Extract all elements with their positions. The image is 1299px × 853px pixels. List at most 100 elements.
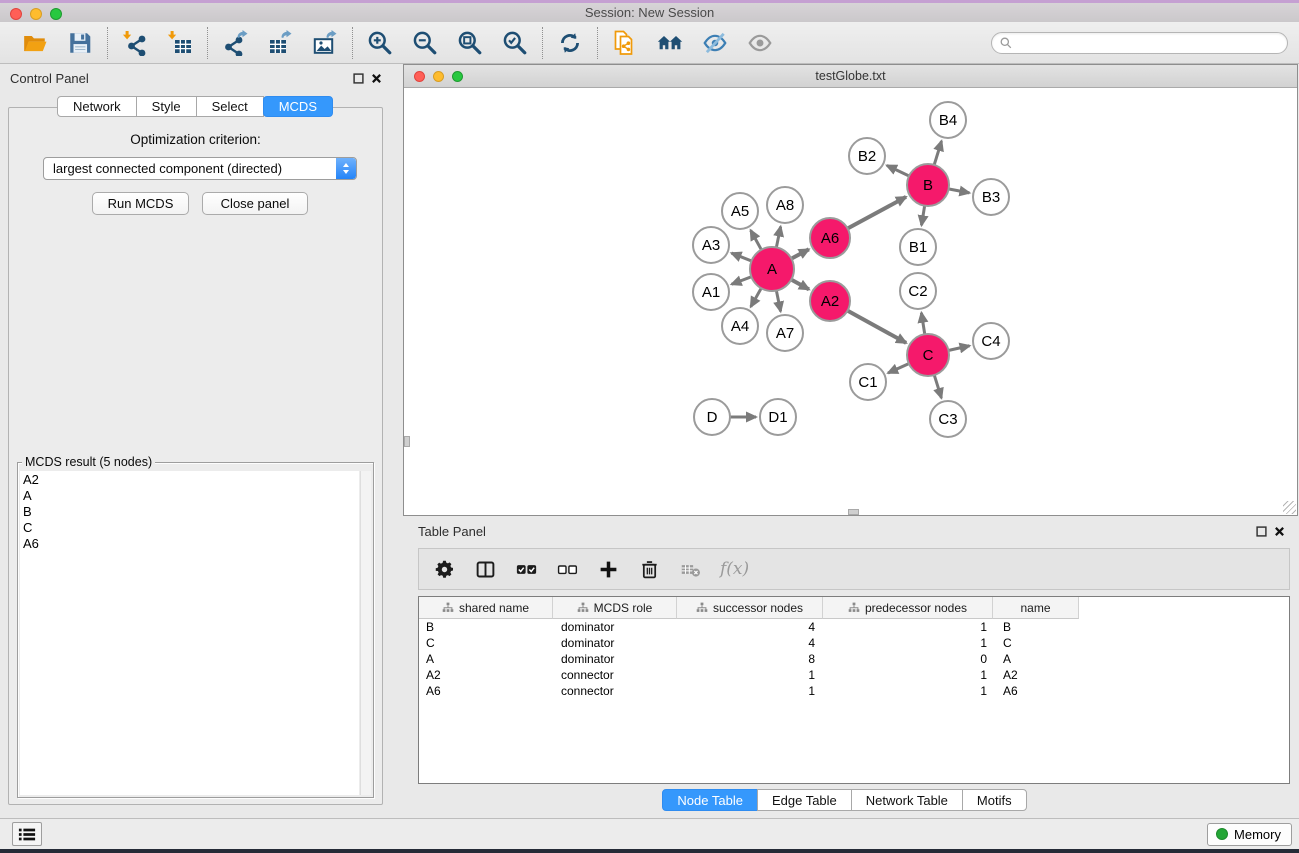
memory-label: Memory	[1234, 827, 1281, 842]
table-cell[interactable]: 4	[677, 620, 823, 634]
table-cell[interactable]: A	[993, 652, 1079, 666]
table-cell[interactable]: A2	[993, 668, 1079, 682]
search-input[interactable]	[1016, 35, 1279, 50]
table-cell[interactable]: 4	[677, 636, 823, 650]
task-history-button[interactable]	[12, 822, 42, 846]
table-cell[interactable]: connector	[553, 684, 677, 698]
table-cell[interactable]: dominator	[553, 636, 677, 650]
result-item-a2[interactable]: A2	[20, 472, 359, 488]
gear-icon[interactable]	[433, 558, 455, 580]
import-network-icon[interactable]	[121, 29, 149, 57]
table-cell[interactable]: dominator	[553, 620, 677, 634]
result-item-a6[interactable]: A6	[20, 536, 359, 552]
close-panel-icon[interactable]	[371, 73, 382, 84]
export-image-icon[interactable]	[311, 29, 339, 57]
table-row-a6[interactable]: A6connector11A6	[419, 683, 1289, 699]
result-scrollbar[interactable]	[360, 471, 371, 795]
eye-icon[interactable]	[746, 29, 774, 57]
table-cell[interactable]: 1	[823, 620, 993, 634]
column-header-shared-name[interactable]: shared name	[419, 597, 553, 619]
maximize-window-button[interactable]	[50, 8, 62, 20]
table-cell[interactable]: 1	[823, 668, 993, 682]
table-cell[interactable]: A2	[419, 668, 553, 682]
save-icon[interactable]	[66, 29, 94, 57]
network-window-controls	[414, 71, 463, 82]
network-canvas[interactable]: AA6A2BCA5A8A3A1A4A7B2B4B3B1C2C4C1C3DD1	[404, 88, 1297, 515]
column-header-MCDS-role[interactable]: MCDS role	[553, 597, 677, 619]
horizontal-scrollbar-thumb[interactable]	[848, 509, 859, 515]
table-cell[interactable]: C	[419, 636, 553, 650]
minimize-window-button[interactable]	[30, 8, 42, 20]
file-network-icon[interactable]	[611, 29, 639, 57]
table-cell[interactable]: A6	[419, 684, 553, 698]
network-close-button[interactable]	[414, 71, 425, 82]
plus-icon[interactable]	[597, 558, 619, 580]
node-label-A8: A8	[776, 197, 794, 214]
column-header-successor-nodes[interactable]: successor nodes	[677, 597, 823, 619]
zoom-out-icon[interactable]	[411, 29, 439, 57]
table-cell[interactable]: B	[993, 620, 1079, 634]
close-panel-icon[interactable]	[1274, 526, 1285, 537]
column-header-name[interactable]: name	[993, 597, 1079, 619]
run-mcds-button[interactable]: Run MCDS	[92, 192, 189, 215]
float-panel-icon[interactable]	[353, 73, 364, 84]
tab-style[interactable]: Style	[136, 96, 197, 117]
criterion-dropdown[interactable]: largest connected component (directed)	[43, 157, 357, 180]
table-cell[interactable]: dominator	[553, 652, 677, 666]
refresh-icon[interactable]	[556, 29, 584, 57]
table-cell[interactable]: connector	[553, 668, 677, 682]
table-cell[interactable]: 1	[823, 684, 993, 698]
desktop-edge	[0, 849, 1299, 853]
table-cell[interactable]: 1	[677, 684, 823, 698]
tab-motifs[interactable]: Motifs	[962, 789, 1027, 811]
zoom-in-icon[interactable]	[366, 29, 394, 57]
close-panel-button[interactable]: Close panel	[202, 192, 308, 215]
import-table-icon[interactable]	[166, 29, 194, 57]
result-item-b[interactable]: B	[20, 504, 359, 520]
export-table-icon[interactable]	[266, 29, 294, 57]
network-minimize-button[interactable]	[433, 71, 444, 82]
folder-open-icon[interactable]	[21, 29, 49, 57]
memory-button[interactable]: Memory	[1207, 823, 1292, 846]
tab-edge-table[interactable]: Edge Table	[757, 789, 852, 811]
vertical-scrollbar-thumb[interactable]	[404, 436, 410, 447]
search-field[interactable]	[991, 32, 1288, 54]
tab-network[interactable]: Network	[57, 96, 137, 117]
function-icon[interactable]: f(x)	[720, 559, 749, 579]
tab-network-table[interactable]: Network Table	[851, 789, 963, 811]
mcds-result-list: A2ABCA6	[20, 471, 359, 795]
table-cell[interactable]: A	[419, 652, 553, 666]
table-cell[interactable]: B	[419, 620, 553, 634]
trash-icon[interactable]	[638, 558, 660, 580]
delete-table-icon[interactable]	[679, 558, 701, 580]
unchecked-pair-icon[interactable]	[556, 558, 578, 580]
result-item-c[interactable]: C	[20, 520, 359, 536]
eye-slash-icon[interactable]	[701, 29, 729, 57]
export-network-icon[interactable]	[221, 29, 249, 57]
tab-select[interactable]: Select	[196, 96, 264, 117]
column-header-predecessor-nodes[interactable]: predecessor nodes	[823, 597, 993, 619]
table-row-a[interactable]: Adominator80A	[419, 651, 1289, 667]
checked-pair-icon[interactable]	[515, 558, 537, 580]
table-cell[interactable]: C	[993, 636, 1079, 650]
table-cell[interactable]: 0	[823, 652, 993, 666]
zoom-fit-icon[interactable]	[456, 29, 484, 57]
network-maximize-button[interactable]	[452, 71, 463, 82]
table-row-b[interactable]: Bdominator41B	[419, 619, 1289, 635]
table-cell[interactable]: 1	[823, 636, 993, 650]
tab-mcds[interactable]: MCDS	[263, 96, 333, 117]
float-panel-icon[interactable]	[1256, 526, 1267, 537]
result-item-a[interactable]: A	[20, 488, 359, 504]
close-window-button[interactable]	[10, 8, 22, 20]
table-cell[interactable]: A6	[993, 684, 1079, 698]
column-layout-icon[interactable]	[474, 558, 496, 580]
homes-icon[interactable]	[656, 29, 684, 57]
table-cell[interactable]: 8	[677, 652, 823, 666]
table-row-a2[interactable]: A2connector11A2	[419, 667, 1289, 683]
network-window-titlebar: testGlobe.txt	[404, 65, 1297, 88]
tab-node-table[interactable]: Node Table	[662, 789, 758, 811]
resize-grip[interactable]	[1283, 501, 1296, 514]
table-row-c[interactable]: Cdominator41C	[419, 635, 1289, 651]
zoom-selected-icon[interactable]	[501, 29, 529, 57]
table-cell[interactable]: 1	[677, 668, 823, 682]
